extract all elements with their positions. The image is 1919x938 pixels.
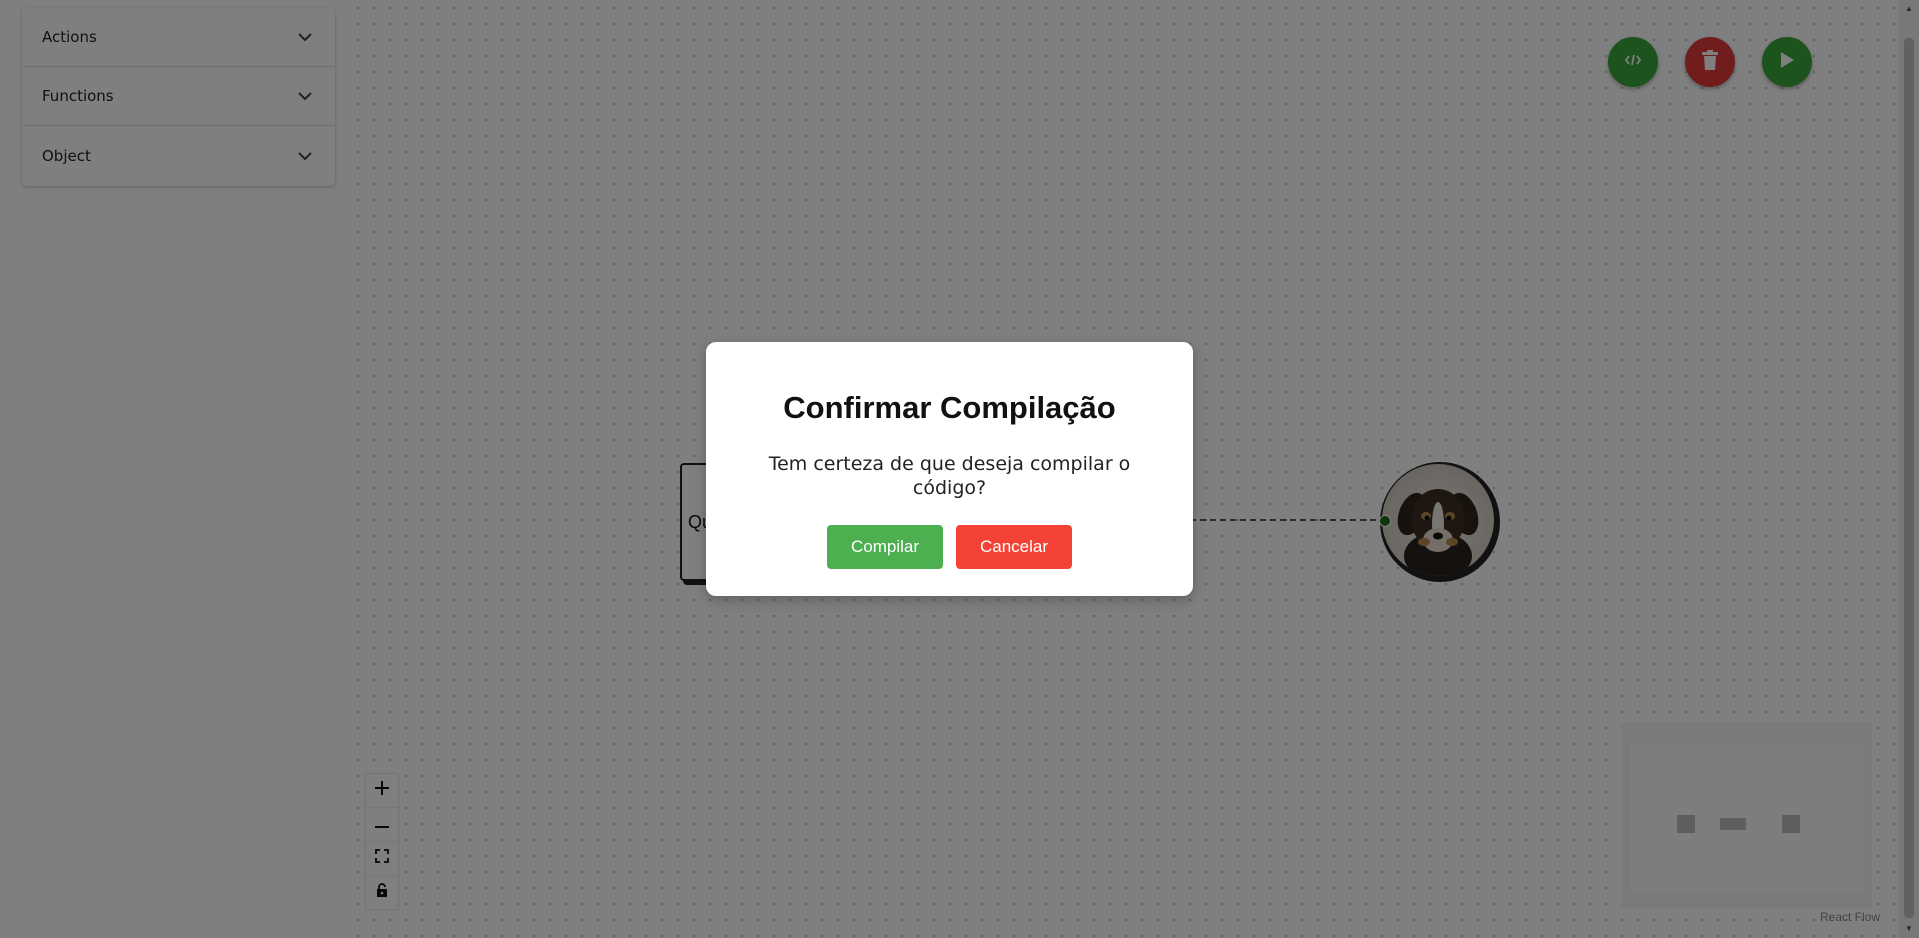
dialog-title: Confirmar Compilação <box>783 390 1116 425</box>
cancel-button[interactable]: Cancelar <box>956 525 1072 569</box>
compile-confirm-button[interactable]: Compilar <box>827 525 943 569</box>
dialog-actions: Compilar Cancelar <box>706 525 1193 569</box>
dialog-message: Tem certeza de que deseja compilar o cód… <box>768 453 1131 499</box>
confirm-compile-dialog: Confirmar Compilação Tem certeza de que … <box>706 342 1193 596</box>
app-root: Actions Functions Object <box>0 0 1919 938</box>
